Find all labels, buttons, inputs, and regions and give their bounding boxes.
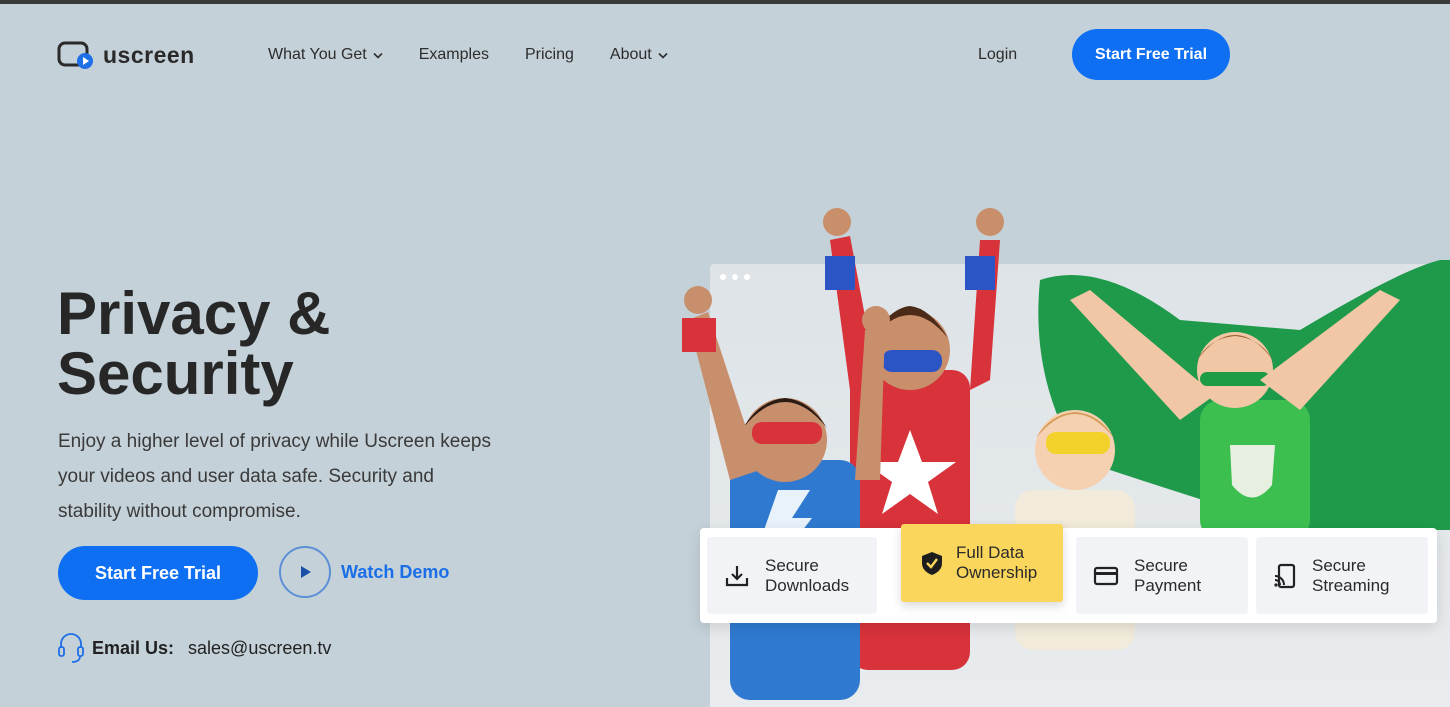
email-label: Email Us: (92, 637, 175, 658)
feature-secure-payment[interactable]: Secure Payment (1076, 537, 1248, 614)
feature-secure-streaming[interactable]: Secure Streaming (1256, 537, 1428, 614)
kids-superheroes-illustration (682, 208, 1450, 700)
nav-pricing[interactable]: Pricing (525, 46, 574, 64)
login-link[interactable]: Login (978, 46, 1017, 64)
hero-image (660, 200, 1450, 707)
header-start-trial-button[interactable]: Start Free Trial (1072, 29, 1230, 80)
nav-label: About (609, 46, 652, 63)
feature-secure-downloads[interactable]: Secure Downloads (707, 537, 877, 614)
chevron-down-icon (658, 52, 668, 59)
play-icon (279, 546, 331, 598)
title-line-2: Security (57, 340, 294, 407)
feature-label: Secure Payment (1134, 555, 1202, 595)
logo-text: uscreen (103, 41, 195, 68)
start-free-trial-button[interactable]: Start Free Trial (58, 546, 258, 600)
page-title: Privacy & Security (57, 284, 477, 404)
nav-label: What You Get (268, 46, 367, 63)
logo-icon (57, 41, 93, 69)
feature-strip: Secure Downloads Full Data Ownership Secur… (700, 524, 1437, 623)
email-link[interactable]: sales@uscreen.tv (188, 638, 331, 659)
watch-demo-button[interactable]: Watch Demo (279, 546, 449, 598)
feature-label: Secure Streaming (1312, 555, 1390, 595)
feature-label: Secure Downloads (765, 555, 850, 595)
hero-description: Enjoy a higher level of privacy while Us… (58, 431, 491, 522)
nav-about[interactable]: About (610, 46, 668, 64)
main-nav: What You Get Examples Pricing About (268, 46, 668, 64)
nav-what-you-get[interactable]: What You Get (268, 46, 383, 64)
top-border (0, 0, 1450, 4)
feature-full-data-ownership[interactable]: Full Data Ownership (901, 524, 1063, 602)
download-icon (725, 565, 749, 586)
nav-examples[interactable]: Examples (419, 46, 489, 64)
feature-label: Full Data Ownership (956, 543, 1038, 582)
nav-label: Pricing (524, 46, 574, 63)
shield-check-icon (922, 552, 942, 575)
uscreen-logo[interactable]: uscreen (57, 40, 195, 70)
chevron-down-icon (373, 52, 383, 59)
cast-icon (1274, 563, 1296, 588)
email-contact: Email Us: sales@uscreen.tv (58, 632, 331, 664)
credit-card-icon (1093, 566, 1119, 585)
nav-label: Examples (418, 46, 489, 63)
watch-demo-label: Watch Demo (341, 561, 450, 582)
headset-icon (58, 633, 84, 663)
title-line-1: Privacy & (57, 280, 331, 347)
